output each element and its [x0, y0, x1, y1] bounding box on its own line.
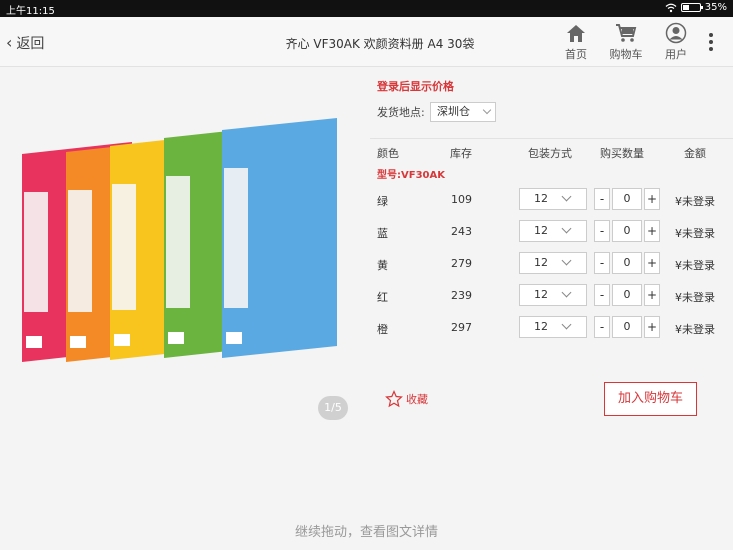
product-image[interactable]: [14, 112, 354, 382]
col-quantity: 购买数量: [600, 147, 644, 160]
cart-icon: [616, 24, 637, 42]
row-color: 红: [377, 291, 388, 304]
more-dot-icon: [709, 47, 713, 51]
table-header: 颜色 库存 包装方式 购买数量 金额: [370, 138, 733, 162]
more-dot-icon: [709, 40, 713, 44]
packing-value: 12: [534, 224, 548, 237]
packing-select[interactable]: 12: [519, 316, 587, 338]
packing-select[interactable]: 12: [519, 284, 587, 306]
qty-minus-button[interactable]: -: [594, 316, 610, 338]
drag-hint: 继续拖动，查看图文详情: [294, 525, 438, 540]
packing-value: 12: [534, 288, 548, 301]
nav-user-label: 用户: [665, 48, 687, 61]
packing-select[interactable]: 12: [519, 252, 587, 274]
nav-cart-label: 购物车: [609, 48, 643, 61]
status-icons: 35%: [665, 2, 727, 13]
qty-minus-button[interactable]: -: [594, 284, 610, 306]
qty-plus-button[interactable]: +: [644, 316, 660, 338]
packing-value: 12: [534, 256, 548, 269]
warehouse-select[interactable]: 深圳仓: [430, 102, 496, 122]
chevron-down-icon: [561, 223, 572, 234]
packing-select[interactable]: 12: [519, 188, 587, 210]
qty-input[interactable]: 0: [612, 252, 642, 274]
back-button[interactable]: ‹ 返回: [6, 33, 44, 53]
chevron-down-icon: [482, 105, 492, 115]
warehouse-value: 深圳仓: [437, 105, 470, 118]
qty-plus-button[interactable]: +: [644, 220, 660, 242]
row-stock: 279: [451, 257, 472, 270]
qty-plus-button[interactable]: +: [644, 188, 660, 210]
row-amount: ¥未登录: [675, 195, 715, 208]
favorite-button[interactable]: 收藏: [385, 390, 428, 408]
row-stock: 243: [451, 225, 472, 238]
user-icon: [665, 22, 687, 44]
qty-input[interactable]: 0: [612, 284, 642, 306]
chevron-down-icon: [561, 319, 572, 330]
chevron-down-icon: [561, 255, 572, 266]
battery-percent: 35%: [704, 2, 727, 13]
status-bar: 上午11:15 35%: [0, 0, 733, 17]
battery-icon: [680, 3, 703, 12]
row-stock: 297: [451, 321, 472, 334]
table-row: 绿 109 12 - 0 + ¥未登录: [370, 188, 733, 212]
qty-minus-button[interactable]: -: [594, 220, 610, 242]
col-stock: 库存: [450, 147, 472, 160]
chevron-down-icon: [561, 287, 572, 298]
top-bar: ‹ 返回 齐心 VF30AK 欢颜资料册 A4 30袋 首页 购物车 用户: [0, 17, 733, 67]
nav-cart-button[interactable]: 购物车: [606, 22, 646, 62]
nav-home-label: 首页: [565, 48, 587, 61]
ship-from-label: 发货地点:: [377, 106, 425, 119]
row-stock: 109: [451, 193, 472, 206]
qty-plus-button[interactable]: +: [644, 284, 660, 306]
qty-minus-button[interactable]: -: [594, 252, 610, 274]
wifi-icon: [665, 3, 677, 12]
row-stock: 239: [451, 289, 472, 302]
status-time: 上午11:15: [6, 6, 55, 17]
add-to-cart-button[interactable]: 加入购物车: [604, 382, 697, 416]
nav-user-button[interactable]: 用户: [656, 22, 696, 62]
qty-minus-button[interactable]: -: [594, 188, 610, 210]
col-packing: 包装方式: [528, 147, 572, 160]
packing-value: 12: [534, 320, 548, 333]
row-color: 橙: [377, 323, 388, 336]
table-row: 蓝 243 12 - 0 + ¥未登录: [370, 220, 733, 244]
table-row: 橙 297 12 - 0 + ¥未登录: [370, 316, 733, 340]
row-amount: ¥未登录: [675, 227, 715, 240]
col-amount: 金额: [684, 147, 706, 160]
row-amount: ¥未登录: [675, 291, 715, 304]
model-label: 型号:VF30AK: [377, 170, 445, 181]
back-label: 返回: [16, 36, 45, 52]
price-login-notice: 登录后显示价格: [377, 80, 454, 93]
qty-input[interactable]: 0: [612, 316, 642, 338]
row-color: 绿: [377, 195, 388, 208]
col-color: 颜色: [377, 147, 399, 160]
qty-input[interactable]: 0: [612, 188, 642, 210]
page-title: 齐心 VF30AK 欢颜资料册 A4 30袋: [285, 37, 475, 51]
table-row: 红 239 12 - 0 + ¥未登录: [370, 284, 733, 308]
qty-plus-button[interactable]: +: [644, 252, 660, 274]
chevron-down-icon: [561, 191, 572, 202]
row-color: 蓝: [377, 227, 388, 240]
qty-input[interactable]: 0: [612, 220, 642, 242]
packing-value: 12: [534, 192, 548, 205]
star-icon: [385, 390, 403, 408]
row-color: 黄: [377, 259, 388, 272]
row-amount: ¥未登录: [675, 323, 715, 336]
home-icon: [567, 25, 585, 42]
nav-home-button[interactable]: 首页: [556, 22, 596, 62]
more-menu-button[interactable]: [709, 33, 715, 51]
favorite-label: 收藏: [406, 393, 428, 406]
gallery-pager: 1/5: [318, 396, 348, 420]
table-row: 黄 279 12 - 0 + ¥未登录: [370, 252, 733, 276]
more-dot-icon: [709, 33, 713, 37]
chevron-left-icon: ‹: [6, 33, 13, 52]
packing-select[interactable]: 12: [519, 220, 587, 242]
row-amount: ¥未登录: [675, 259, 715, 272]
folder-5: [222, 118, 337, 358]
